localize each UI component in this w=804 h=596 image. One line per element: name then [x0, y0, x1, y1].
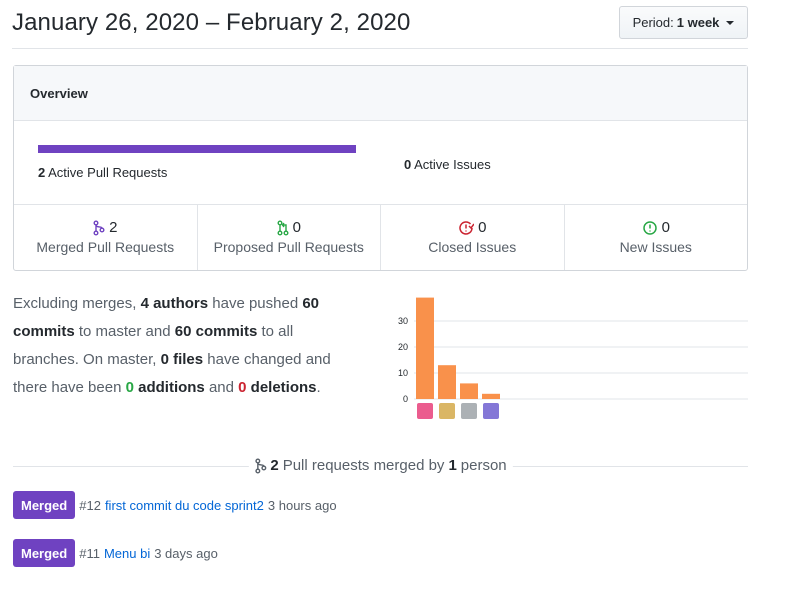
period-label: Period:: [632, 15, 674, 30]
issue-opened-icon: [642, 220, 657, 235]
active-issues-count: 0: [404, 157, 412, 172]
person-text: person: [460, 457, 507, 474]
merged-badge: Merged: [13, 539, 76, 567]
active-pr-progress-fill: [38, 145, 356, 153]
chevron-down-icon: [726, 20, 735, 25]
stat-new-issues[interactable]: 0 New Issues: [565, 205, 748, 270]
merged-prs-heading: 2 Pull requests merged by 1 person: [248, 457, 513, 474]
summary-text-3: to master and: [78, 323, 171, 340]
summary-deletions-num: 0: [238, 379, 247, 396]
commit-summary: Excluding merges, 4 authors have pushed …: [13, 290, 358, 402]
pr-timestamp: 3 days ago: [154, 545, 218, 561]
bar[interactable]: [438, 365, 456, 399]
summary-additions-word: additions: [138, 379, 205, 396]
active-pr-progress-bar: [38, 145, 356, 153]
active-issues-summary[interactable]: 0 Active Issues: [404, 157, 491, 172]
y-tick-label: 20: [398, 342, 408, 352]
person-count: 1: [448, 457, 457, 474]
overview-heading: Overview: [14, 66, 747, 121]
summary-text-6: and: [208, 379, 234, 396]
pr-title-link[interactable]: Menu bi: [104, 546, 150, 561]
new-issues-label: New Issues: [619, 239, 692, 255]
summary-text-7: .: [316, 379, 321, 396]
summary-commits-all: 60 commits: [174, 323, 258, 340]
summary-text-2: have pushed: [212, 295, 299, 312]
merged-prs-label: Merged Pull Requests: [36, 239, 175, 255]
stat-closed-issues[interactable]: 0 Closed Issues: [381, 205, 565, 270]
closed-issues-count: 0: [478, 219, 487, 236]
git-merge-icon: [254, 458, 266, 473]
git-merge-icon: [93, 220, 105, 235]
pr-title-link[interactable]: first commit du code sprint2: [105, 498, 264, 513]
commits-by-author-chart: 0 10 20 30: [398, 297, 748, 419]
author-avatar-icon[interactable]: [439, 403, 455, 419]
proposed-prs-label: Proposed Pull Requests: [213, 239, 364, 255]
closed-issues-label: Closed Issues: [428, 239, 517, 255]
summary-authors: 4 authors: [140, 295, 209, 312]
merged-badge: Merged: [13, 491, 76, 519]
active-pr-summary[interactable]: 2 Active Pull Requests: [38, 165, 167, 180]
stat-merged-prs[interactable]: 2 Merged Pull Requests: [14, 205, 198, 270]
summary-files: 0 files: [160, 351, 204, 368]
summary-text-1: Excluding merges,: [13, 295, 137, 312]
overview-stats: 2 Merged Pull Requests 0 Proposed Pull R…: [14, 205, 747, 270]
summary-additions-num: 0: [125, 379, 134, 396]
pr-timestamp: 3 hours ago: [267, 497, 337, 513]
issue-closed-icon: [459, 220, 475, 235]
author-avatar-icon[interactable]: [417, 403, 433, 419]
active-pr-label: Active Pull Requests: [48, 165, 168, 180]
pr-number: #12: [79, 497, 101, 513]
new-issues-count: 0: [661, 219, 670, 236]
stat-proposed-prs[interactable]: 0 Proposed Pull Requests: [198, 205, 381, 270]
page-header: January 26, 2020 – February 2, 2020 Peri…: [12, 0, 748, 49]
author-avatar-icon[interactable]: [461, 403, 477, 419]
list-item: Merged #11 Menu bi 3 days ago: [13, 539, 218, 567]
period-dropdown-button[interactable]: Period: 1 week: [619, 6, 748, 39]
bar[interactable]: [460, 383, 478, 399]
merged-prs-count: 2: [109, 219, 118, 236]
active-pr-count: 2: [38, 165, 46, 180]
bar[interactable]: [416, 297, 434, 399]
active-issues-label: Active Issues: [414, 157, 491, 172]
proposed-prs-count: 0: [292, 219, 301, 236]
pr-number: #11: [79, 545, 100, 561]
author-avatar-icon[interactable]: [483, 403, 499, 419]
merged-text: Pull requests merged by: [282, 457, 445, 474]
y-tick-label: 10: [398, 368, 408, 378]
page-title: January 26, 2020 – February 2, 2020: [12, 9, 411, 36]
git-pull-request-icon: [277, 220, 289, 235]
merged-prs-divider: 2 Pull requests merged by 1 person: [13, 455, 748, 479]
period-value: 1 week: [676, 15, 720, 30]
overview-summary: 2 Active Pull Requests 0 Active Issues: [14, 121, 747, 205]
list-item: Merged #12 first commit du code sprint2 …: [13, 491, 337, 519]
y-tick-label: 0: [403, 394, 408, 404]
overview-box: Overview 2 Active Pull Requests 0 Active…: [13, 65, 748, 271]
summary-deletions-word: deletions: [250, 379, 317, 396]
y-tick-label: 30: [398, 316, 408, 326]
bar[interactable]: [482, 393, 500, 399]
merged-count: 2: [270, 457, 279, 474]
